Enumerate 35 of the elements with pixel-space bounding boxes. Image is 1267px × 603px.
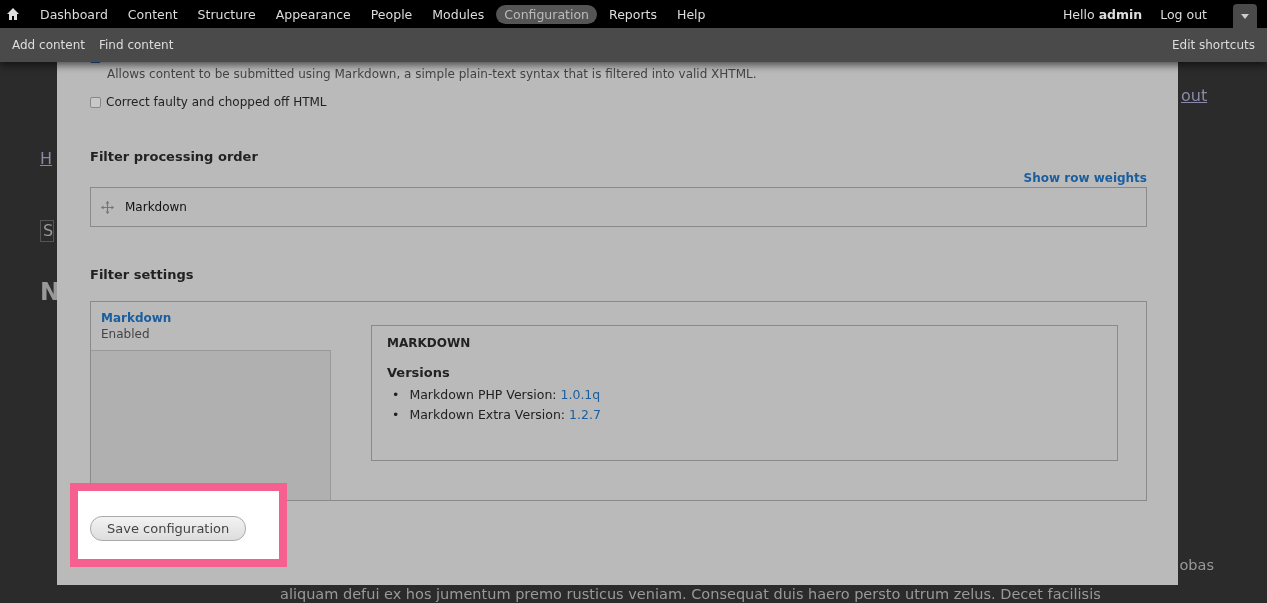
subheading: Versions [387, 365, 451, 380]
menu-item[interactable]: Reports [601, 4, 665, 24]
version-item: Markdown PHP Version: 1.0.1q [409, 386, 601, 403]
shortcut-link[interactable]: Find content [99, 38, 174, 52]
filter-description: Allows content to be submitted using Markdown, a simple plain-text syntax that is filtered into valid XHTML. [107, 67, 758, 81]
breadcrumb-link[interactable]: H [40, 149, 53, 168]
version-item: Markdown Extra Version: 1.2.7 [409, 406, 601, 423]
menu-item[interactable]: Dashboard [32, 4, 116, 24]
shortcut-link[interactable]: Add content [12, 38, 85, 52]
menu-item[interactable]: Content [119, 4, 186, 24]
bullet: • [392, 386, 400, 403]
fieldset-title: MARKDOWN [387, 336, 472, 350]
bullet: • [392, 406, 400, 423]
menu-item[interactable]: Modules [424, 4, 493, 24]
home-icon[interactable] [6, 7, 20, 21]
link[interactable]: out [1181, 86, 1208, 105]
menu-item[interactable]: Configuration [496, 4, 598, 24]
section-heading: Filter processing order [90, 149, 259, 164]
edit-shortcuts-link[interactable]: Edit shortcuts [1171, 38, 1255, 52]
body-text: aliquam defui ex hos jumentum premo rusticus veniam. Consequat duis haero persto utrum zelus. Decet facilisis [280, 586, 1101, 602]
section-heading: Filter settings [90, 267, 195, 282]
body-text: obas [1179, 557, 1214, 573]
drawer-toggle[interactable] [1233, 4, 1257, 28]
menu-item[interactable]: People [362, 4, 421, 24]
caret-icon [1241, 13, 1249, 19]
checkbox[interactable] [90, 96, 101, 108]
save-button[interactable]: Save configuration [90, 516, 247, 541]
row-label: Markdown [125, 200, 187, 214]
menu-item[interactable]: Structure [189, 4, 264, 24]
greeting-text: Hello admin [1062, 6, 1143, 22]
logout-link[interactable]: Log out [1160, 6, 1207, 22]
menu-item[interactable]: Help [669, 4, 714, 24]
checkbox-label: Correct faulty and chopped off HTML [106, 95, 327, 109]
menu-item[interactable]: Appearance [267, 4, 359, 24]
drag-handle-icon[interactable] [101, 200, 114, 214]
